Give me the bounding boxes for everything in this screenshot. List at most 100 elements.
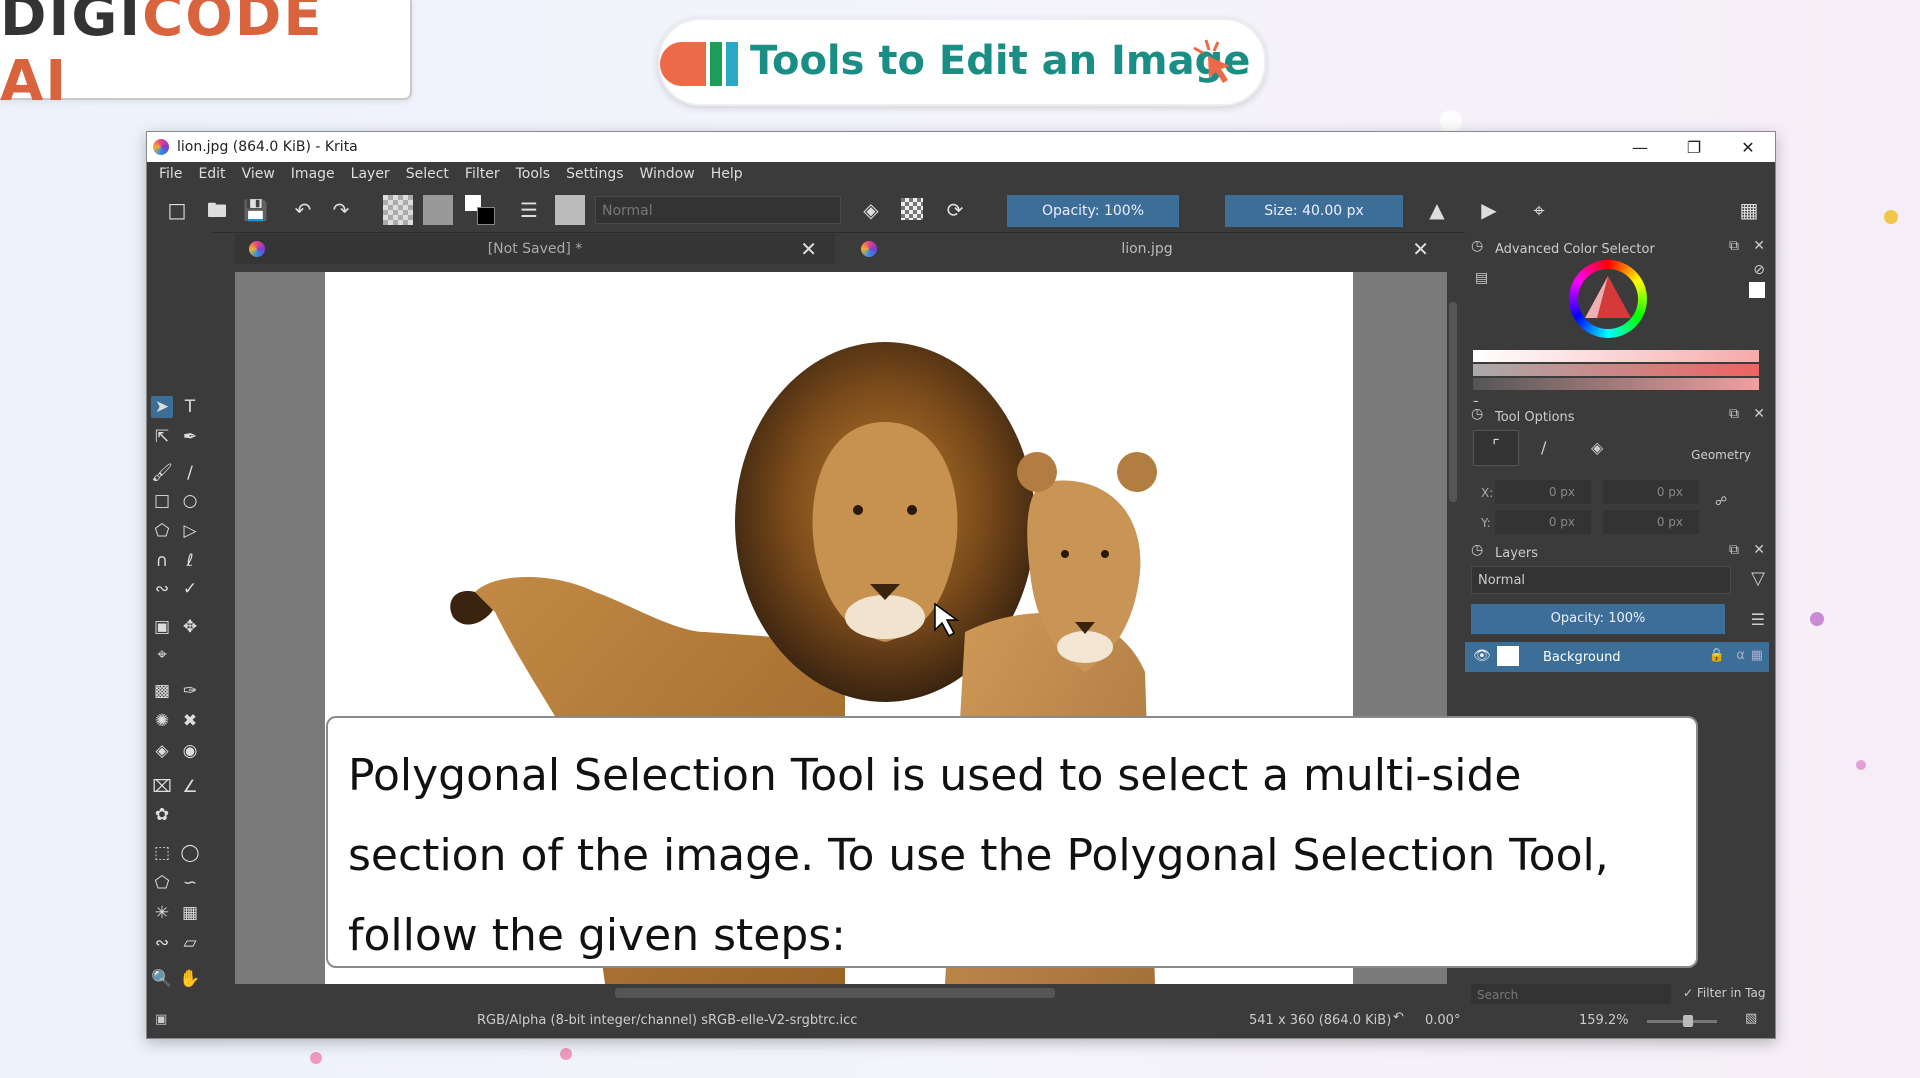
hue-slider[interactable] (1473, 378, 1759, 390)
menu-settings[interactable]: Settings (566, 166, 623, 182)
multibrush-tool-icon[interactable]: ✓ (179, 578, 201, 600)
menu-help[interactable]: Help (711, 166, 743, 182)
polygonal-selection-tool-icon[interactable]: ⬠ (151, 872, 173, 894)
layer-blend-mode-select[interactable]: Normal (1471, 566, 1731, 594)
preserve-alpha-icon[interactable] (901, 198, 923, 220)
saturation-slider[interactable] (1473, 350, 1759, 362)
y-input[interactable]: 0 px (1495, 510, 1591, 534)
menu-window[interactable]: Window (640, 166, 695, 182)
undo-icon[interactable]: ↶ (291, 198, 315, 222)
restore-button[interactable]: ❐ (1667, 132, 1721, 162)
close-docker-icon[interactable]: ✕ (1753, 238, 1765, 254)
similar-color-selection-tool-icon[interactable]: ▦ (179, 902, 201, 924)
reload-preset-icon[interactable]: ⟳ (943, 198, 967, 222)
float-docker-icon[interactable]: ⧉ (1729, 238, 1739, 254)
gradient-tool-icon[interactable]: ▩ (151, 680, 173, 702)
size-slider[interactable]: Size: 40.00 px (1225, 195, 1403, 227)
menu-select[interactable]: Select (406, 166, 449, 182)
colorize-mask-tool-icon[interactable]: ✖ (179, 710, 201, 732)
lock-icon[interactable]: ◷ (1471, 542, 1483, 558)
menu-image[interactable]: Image (291, 166, 335, 182)
color-picker-tool-icon[interactable]: ✑ (179, 680, 201, 702)
layer-row-background[interactable]: 👁 Background 🔒 α ▦ (1465, 642, 1769, 672)
tab-not-saved[interactable]: [Not Saved] * ✕ (235, 234, 835, 264)
close-docker-icon[interactable]: ✕ (1753, 406, 1765, 422)
open-folder-icon[interactable]: 🖿 (205, 198, 229, 222)
measure-tool-icon[interactable]: ∠ (179, 776, 201, 798)
bezier-selection-tool-icon[interactable]: ∾ (151, 932, 173, 954)
polyline-tool-icon[interactable]: ▷ (179, 520, 201, 542)
zoom-tool-icon[interactable]: 🔍 (151, 968, 173, 990)
reference-images-tool-icon[interactable]: ✿ (151, 804, 173, 826)
rectangle-tool-icon[interactable]: □ (151, 490, 173, 512)
zoom-slider[interactable] (1647, 1015, 1717, 1027)
menu-edit[interactable]: Edit (198, 166, 225, 182)
dynamic-brush-tool-icon[interactable]: ∾ (151, 578, 173, 600)
current-color-swatch[interactable] (1749, 282, 1765, 298)
menu-view[interactable]: View (242, 166, 275, 182)
text-tool-icon[interactable]: T (179, 396, 201, 418)
float-docker-icon[interactable]: ⧉ (1729, 406, 1739, 422)
tab-lion-jpg[interactable]: lion.jpg ✕ (847, 234, 1447, 264)
workspace-icon[interactable]: ▦ (1737, 198, 1761, 222)
calligraphy-tool-icon[interactable]: ✒ (179, 426, 201, 448)
canvas-horizontal-scrollbar[interactable] (235, 984, 1459, 1002)
wrap-around-icon[interactable]: ⌖ (1527, 198, 1551, 222)
edit-shapes-tool-icon[interactable]: ⇱ (151, 426, 173, 448)
move-tool-icon[interactable]: ✥ (179, 616, 201, 638)
freehand-selection-tool-icon[interactable]: ∽ (179, 872, 201, 894)
pan-tool-icon[interactable]: ✋ (179, 968, 201, 990)
stroke-tab-icon[interactable]: ∕ (1541, 438, 1546, 457)
new-document-icon[interactable]: □ (165, 198, 189, 222)
filter-icon[interactable]: ▽ (1751, 568, 1765, 589)
close-button[interactable]: ✕ (1721, 132, 1775, 162)
assistant-tool-icon[interactable]: ⌧ (151, 776, 173, 798)
layer-opacity-slider[interactable]: Opacity: 100% (1471, 604, 1725, 634)
inherit-alpha-icon[interactable]: ▦ (1751, 648, 1763, 663)
save-icon[interactable]: 💾 (243, 198, 268, 222)
polygon-tool-icon[interactable]: ⬠ (151, 520, 173, 542)
x-input[interactable]: 0 px (1495, 480, 1591, 504)
pattern-swatch-icon[interactable] (423, 195, 453, 225)
menu-layer[interactable]: Layer (351, 166, 390, 182)
menu-filter[interactable]: Filter (465, 166, 500, 182)
float-docker-icon[interactable]: ⧉ (1729, 542, 1739, 558)
gradient-pattern-icon[interactable] (383, 195, 413, 225)
opacity-slider[interactable]: Opacity: 100% (1007, 195, 1179, 227)
fg-bg-color-icon[interactable] (465, 195, 495, 225)
close-tab-button[interactable]: ✕ (1412, 234, 1429, 264)
eraser-icon[interactable]: ◈ (859, 198, 883, 222)
rectangular-selection-tool-icon[interactable]: ⬚ (151, 842, 173, 864)
link-icon[interactable]: ☍ (1715, 494, 1727, 508)
x2-input[interactable]: 0 px (1603, 480, 1699, 504)
lock-icon[interactable]: ◷ (1471, 406, 1483, 422)
crop-tool-icon[interactable]: ⌖ (151, 644, 173, 666)
freehand-brush-tool-icon[interactable]: 🖌 (151, 462, 173, 484)
y2-input[interactable]: 0 px (1603, 510, 1699, 534)
geometry-tab-icon[interactable]: ⌜ (1473, 430, 1519, 466)
edit-brush-settings-icon[interactable]: ☰ (517, 198, 541, 222)
color-wheel[interactable] (1569, 260, 1647, 338)
layer-lock-icon[interactable]: 🔒 (1709, 648, 1725, 663)
contiguous-selection-tool-icon[interactable]: ✳ (151, 902, 173, 924)
select-shapes-tool-icon[interactable]: ➤ (151, 396, 173, 418)
line-tool-icon[interactable]: ∕ (179, 462, 201, 484)
redo-icon[interactable]: ↷ (329, 198, 353, 222)
menu-file[interactable]: File (159, 166, 182, 182)
transform-tool-icon[interactable]: ▣ (151, 616, 173, 638)
minimize-button[interactable]: — (1613, 132, 1667, 162)
brush-preset-icon[interactable] (555, 195, 585, 225)
fill-tab-icon[interactable]: ◈ (1591, 438, 1603, 457)
enclose-fill-tool-icon[interactable]: ◉ (179, 740, 201, 762)
bezier-tool-icon[interactable]: ∩ (151, 550, 173, 572)
mirror-vertical-icon[interactable]: ▶ (1477, 198, 1501, 222)
blending-mode-select[interactable]: Normal (595, 196, 841, 224)
fit-view-icon[interactable]: ▧ (1745, 1011, 1757, 1026)
freehand-path-tool-icon[interactable]: ℓ (179, 550, 201, 572)
status-brush-icon[interactable]: ▣ (155, 1012, 167, 1027)
close-docker-icon[interactable]: ✕ (1753, 542, 1765, 558)
fill-tool-icon[interactable]: ◈ (151, 740, 173, 762)
layer-menu-icon[interactable]: ☰ (1751, 610, 1765, 629)
close-tab-button[interactable]: ✕ (800, 234, 817, 264)
filter-in-tag-checkbox[interactable]: ✓ Filter in Tag (1683, 986, 1765, 1000)
